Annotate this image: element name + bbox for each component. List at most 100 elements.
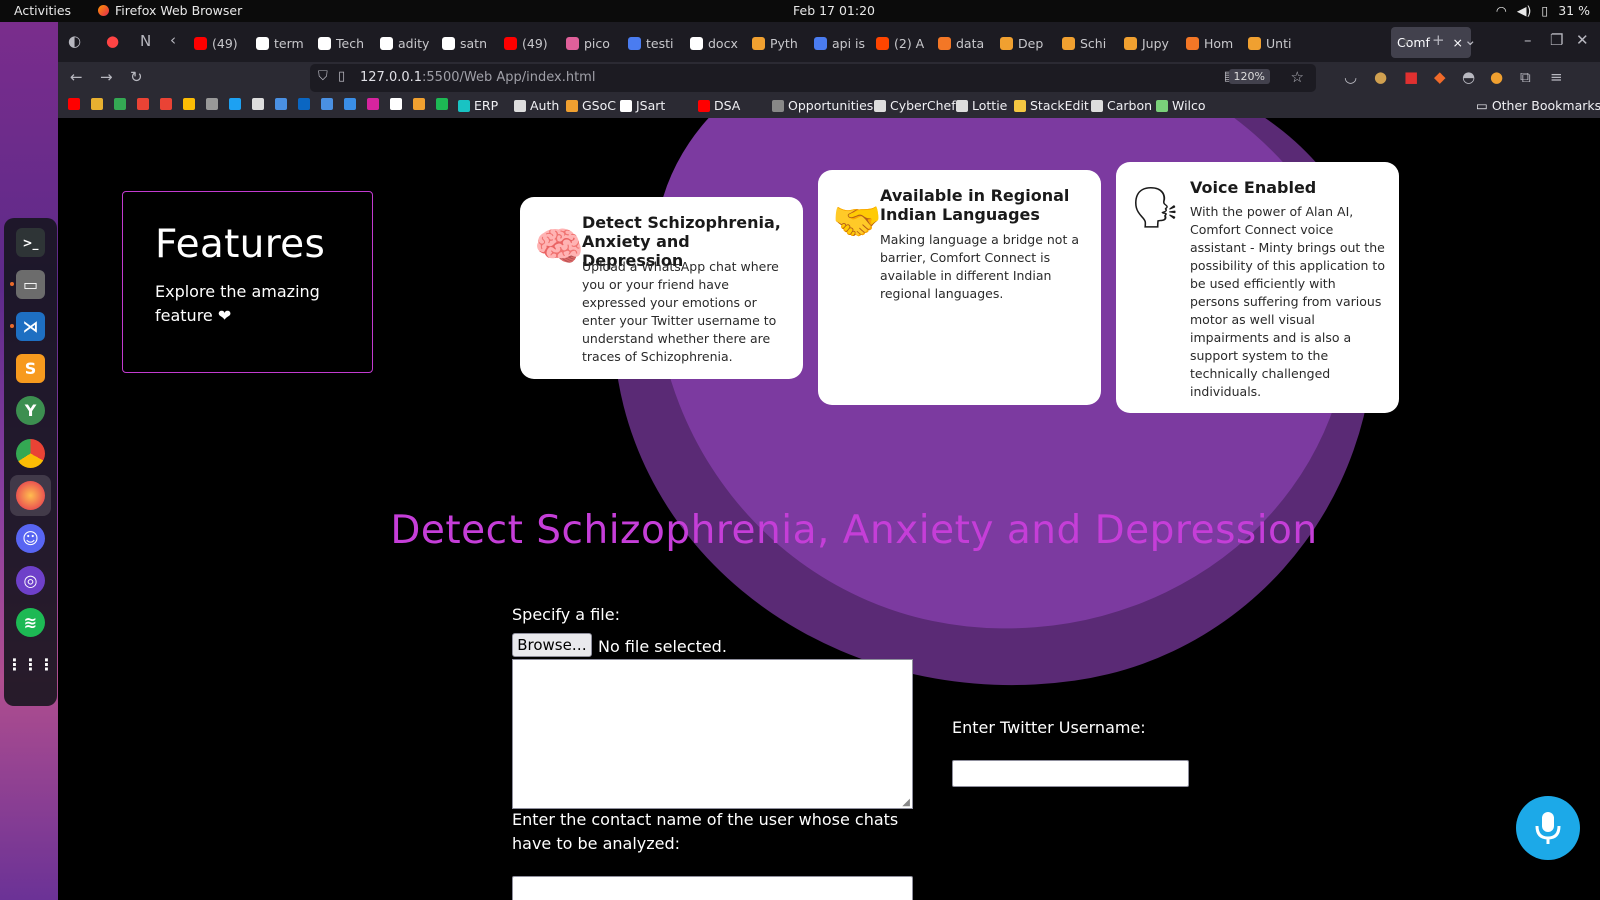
bookmark-icon[interactable] bbox=[183, 98, 195, 110]
list-tabs-icon[interactable]: ⌄ bbox=[1464, 31, 1477, 49]
tab[interactable]: Tech bbox=[318, 28, 374, 58]
vscode-icon[interactable]: ⋊ bbox=[16, 312, 45, 341]
tab[interactable]: adity bbox=[380, 28, 436, 58]
bookmark-icon[interactable] bbox=[137, 98, 149, 110]
chrome-icon[interactable] bbox=[16, 439, 45, 468]
bookmark-item[interactable]: Opportunities bbox=[772, 98, 873, 113]
postman-icon[interactable]: Y bbox=[16, 396, 45, 425]
bookmark-item[interactable]: JSart bbox=[620, 98, 665, 113]
bookmark-icon[interactable] bbox=[275, 98, 287, 110]
bookmark-label: JSart bbox=[636, 98, 666, 113]
extension-icon[interactable]: ● bbox=[1490, 68, 1503, 86]
tab[interactable]: satn bbox=[442, 28, 498, 58]
bookmark-icon[interactable] bbox=[436, 98, 448, 110]
bookmark-item[interactable]: GSoC bbox=[566, 98, 616, 113]
menu-icon[interactable]: ≡ bbox=[1550, 68, 1563, 86]
tab[interactable]: api is bbox=[814, 28, 870, 58]
extension-icon[interactable]: ◓ bbox=[1462, 68, 1475, 86]
page-info-icon[interactable]: ▯ bbox=[338, 69, 345, 84]
sublime-icon[interactable]: S bbox=[16, 354, 45, 383]
brain-icon: 🧠 bbox=[534, 224, 584, 270]
activities-button[interactable]: Activities bbox=[14, 3, 71, 18]
contact-name-input[interactable] bbox=[512, 876, 913, 900]
other-bookmarks[interactable]: ▭ Other Bookmarks bbox=[1476, 98, 1600, 113]
new-tab-icon[interactable]: + bbox=[1432, 31, 1445, 49]
zoom-level[interactable]: 120% bbox=[1228, 69, 1270, 84]
github-desktop-icon[interactable]: ◎ bbox=[16, 566, 45, 595]
tab[interactable]: testi bbox=[628, 28, 684, 58]
firefox-dock-icon[interactable] bbox=[16, 481, 45, 510]
url-bar[interactable]: ⛉ ▯ 127.0.0.1:5500/Web App/index.html ▤ … bbox=[310, 64, 1316, 92]
close-window-icon[interactable]: ✕ bbox=[1576, 31, 1589, 49]
extension-icon[interactable]: ◆ bbox=[1434, 68, 1446, 86]
files-icon[interactable]: ▭ bbox=[16, 270, 45, 299]
reload-icon[interactable]: ↻ bbox=[130, 68, 143, 86]
bookmark-icon[interactable] bbox=[206, 98, 218, 110]
discord-icon[interactable]: ☺ bbox=[16, 524, 45, 553]
bookmark-item[interactable]: CyberChef bbox=[874, 98, 956, 113]
tab[interactable]: docx bbox=[690, 28, 746, 58]
bookmark-icon[interactable] bbox=[160, 98, 172, 110]
scroll-tabs-right-icon[interactable]: › bbox=[1403, 32, 1409, 50]
bookmark-icon[interactable] bbox=[344, 98, 356, 110]
browse-button[interactable]: Browse… bbox=[512, 633, 592, 657]
app-menu[interactable]: Firefox Web Browser bbox=[98, 3, 242, 18]
tab[interactable]: term bbox=[256, 28, 312, 58]
forward-icon[interactable]: → bbox=[100, 68, 113, 86]
terminal-icon[interactable]: >_ bbox=[16, 228, 45, 257]
extension-icon[interactable]: ● bbox=[1374, 68, 1387, 86]
resize-handle-icon[interactable]: ◢ bbox=[902, 797, 910, 808]
bookmark-favicon-icon bbox=[566, 99, 578, 112]
tab[interactable]: pico bbox=[566, 28, 622, 58]
tab[interactable]: Hom bbox=[1186, 28, 1242, 58]
bookmark-item[interactable]: Carbon bbox=[1091, 98, 1152, 113]
bookmark-icon[interactable] bbox=[413, 98, 425, 110]
bookmark-item[interactable]: Lottie bbox=[956, 98, 1007, 113]
bookmark-star-icon[interactable]: ☆ bbox=[1291, 68, 1304, 86]
bookmark-icon[interactable] bbox=[321, 98, 333, 110]
clock[interactable]: Feb 17 01:20 bbox=[793, 3, 875, 18]
bookmark-item[interactable]: StackEdit bbox=[1014, 98, 1089, 113]
tab[interactable]: data bbox=[938, 28, 994, 58]
bookmark-icon[interactable] bbox=[68, 98, 80, 110]
spotify-icon[interactable]: ≋ bbox=[16, 608, 45, 637]
voice-assistant-button[interactable] bbox=[1516, 796, 1580, 860]
chat-textarea[interactable]: ◢ bbox=[512, 659, 913, 809]
pocket-icon[interactable]: ◡ bbox=[1344, 68, 1357, 86]
tab[interactable]: (2) A bbox=[876, 28, 932, 58]
tab[interactable]: Unti bbox=[1248, 28, 1304, 58]
firefox-view-icon[interactable]: ◐ bbox=[68, 32, 81, 50]
tab[interactable]: Pyth bbox=[752, 28, 808, 58]
bookmark-favicon-icon bbox=[874, 99, 886, 112]
tab[interactable]: Jupy bbox=[1124, 28, 1180, 58]
pinned-tab-icon[interactable]: ● bbox=[106, 32, 119, 50]
system-tray[interactable]: ◠ ◀) ▯ 31 % bbox=[1496, 3, 1590, 18]
extension-icon[interactable]: ■ bbox=[1404, 68, 1418, 86]
tab[interactable]: Schi bbox=[1062, 28, 1118, 58]
bookmark-icon[interactable] bbox=[114, 98, 126, 110]
bookmark-item[interactable]: DSA bbox=[698, 98, 740, 113]
bookmark-item[interactable]: ERP bbox=[458, 98, 498, 113]
tab[interactable]: (49) bbox=[504, 28, 560, 58]
bookmark-icon[interactable] bbox=[252, 98, 264, 110]
show-apps-icon[interactable]: ⋮⋮⋮ bbox=[7, 650, 55, 679]
bookmark-icon[interactable] bbox=[390, 98, 402, 110]
close-tab-icon[interactable]: × bbox=[1453, 35, 1463, 50]
scroll-tabs-left-icon[interactable]: ‹ bbox=[170, 31, 176, 49]
bookmark-icon[interactable] bbox=[229, 98, 241, 110]
tab[interactable]: Dep bbox=[1000, 28, 1056, 58]
feature-card-detect: 🧠 Detect Schizophrenia, Anxiety and Depr… bbox=[520, 197, 803, 379]
bookmark-icon[interactable] bbox=[91, 98, 103, 110]
twitter-username-input[interactable] bbox=[952, 760, 1189, 787]
shield-icon[interactable]: ⛉ bbox=[318, 69, 328, 84]
bookmark-icon[interactable] bbox=[298, 98, 310, 110]
pinned-notion-icon[interactable]: N bbox=[140, 32, 151, 50]
minimize-icon[interactable]: – bbox=[1524, 31, 1532, 49]
bookmark-item[interactable]: Wilco bbox=[1156, 98, 1206, 113]
back-icon[interactable]: ← bbox=[70, 68, 83, 86]
extensions-puzzle-icon[interactable]: ⧉ bbox=[1520, 68, 1531, 86]
bookmark-item[interactable]: Auth bbox=[514, 98, 559, 113]
maximize-icon[interactable]: ❐ bbox=[1550, 31, 1563, 49]
bookmark-icon[interactable] bbox=[367, 98, 379, 110]
tab[interactable]: (49) bbox=[194, 28, 250, 58]
